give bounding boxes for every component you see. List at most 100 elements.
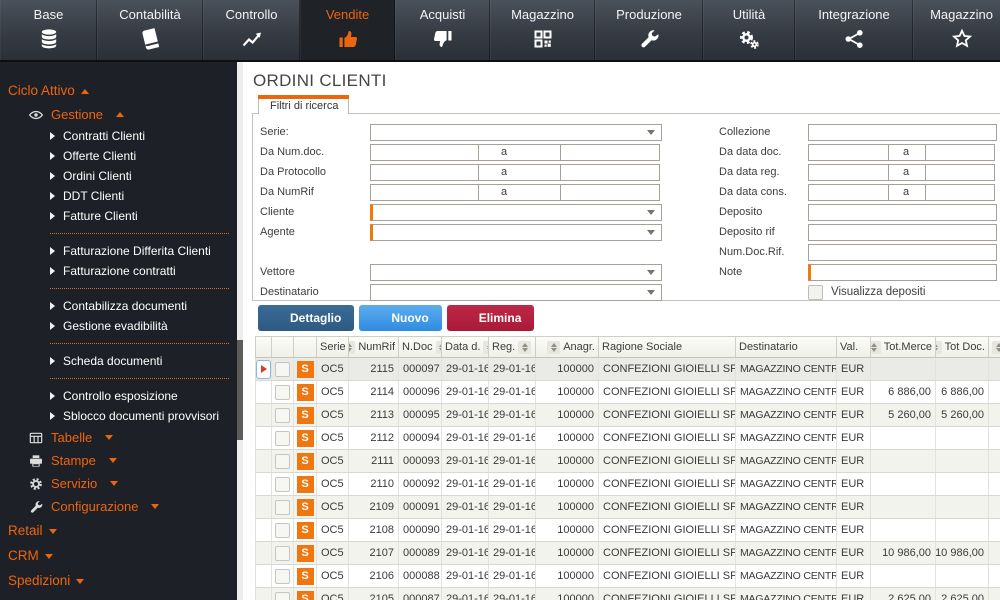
row-checkbox[interactable]: [275, 361, 290, 377]
column-header-serie[interactable]: Serie: [317, 337, 349, 357]
column-header-datad[interactable]: Data d.: [442, 337, 489, 357]
nav-tab-magazzino[interactable]: Magazzino: [490, 0, 595, 60]
sidebar-item-ddt-clienti[interactable]: DDT Clienti: [0, 186, 237, 206]
sidebar-item-ordini-clienti[interactable]: Ordini Clienti: [0, 166, 237, 186]
table-row[interactable]: S OC5 2105 000087 29-01-16 29-01-16 100000 CONF…: [255, 588, 1000, 600]
sidebar-item-sblocco-documenti-provvisori[interactable]: Sblocco documenti provvisori: [0, 406, 237, 426]
visualizza-depositi-checkbox[interactable]: [808, 284, 823, 300]
row-checkbox[interactable]: [275, 499, 290, 515]
column-header-marker[interactable]: [256, 337, 272, 357]
sidebar-item-contratti-clienti[interactable]: Contratti Clienti: [0, 126, 237, 146]
sidebar-section-tabelle[interactable]: Tabelle: [0, 426, 237, 449]
table-row[interactable]: S OC5 2112 000094 29-01-16 29-01-16 100000 CONF…: [255, 427, 1000, 450]
row-checkbox[interactable]: [275, 591, 290, 600]
da-numrif-to-input[interactable]: [560, 183, 660, 201]
column-header-ndoc[interactable]: N.Doc: [399, 337, 442, 357]
elimina-button[interactable]: Elimina: [446, 305, 535, 331]
da-data-cons-from-input[interactable]: [808, 183, 889, 201]
row-checkbox[interactable]: [275, 522, 290, 538]
column-header-anagr[interactable]: Anagr.: [536, 337, 599, 357]
da-data-doc-to-input[interactable]: [925, 143, 995, 161]
column-header-numrif[interactable]: NumRif: [349, 337, 399, 357]
table-row[interactable]: S OC5 2111 000093 29-01-16 29-01-16 100000 CONF…: [255, 450, 1000, 473]
sort-icon[interactable]: [349, 340, 356, 354]
sidebar-section-gestione[interactable]: Gestione: [0, 103, 237, 126]
table-row[interactable]: S OC5 2113 000095 29-01-16 29-01-16 100000 CONF…: [255, 404, 1000, 427]
column-header-totmerce[interactable]: Tot.Merce: [871, 337, 936, 357]
row-checkbox[interactable]: [275, 476, 290, 492]
num-doc-rif-input[interactable]: [808, 243, 997, 261]
serie-dropdown[interactable]: [370, 123, 662, 141]
sidebar-root-spedizioni[interactable]: Spedizioni: [0, 568, 237, 593]
table-row[interactable]: S OC5 2107 000089 29-01-16 29-01-16 100000 CONF…: [255, 542, 1000, 565]
column-header-check[interactable]: [272, 337, 294, 357]
da-numrif-from-input[interactable]: [370, 183, 479, 201]
nav-tab-base[interactable]: Base: [0, 0, 97, 60]
row-checkbox[interactable]: [275, 568, 290, 584]
sort-icon[interactable]: [547, 340, 561, 354]
sidebar-item-contabilizza-documenti[interactable]: Contabilizza documenti: [0, 296, 237, 316]
destinatario-dropdown[interactable]: [370, 283, 662, 301]
da-protocollo-to-input[interactable]: [560, 163, 660, 181]
column-header-dest[interactable]: Destinatario: [736, 337, 837, 357]
sidebar-section-stampe[interactable]: Stampe: [0, 449, 237, 472]
table-row[interactable]: S OC5 2108 000090 29-01-16 29-01-16 100000 CONF…: [255, 519, 1000, 542]
row-checkbox[interactable]: [275, 453, 290, 469]
sort-icon[interactable]: [871, 340, 881, 354]
deposito-rif-input[interactable]: [808, 223, 997, 241]
da-num-doc-from-input[interactable]: [370, 143, 479, 161]
column-header-s[interactable]: [294, 337, 317, 357]
sidebar-item-offerte-clienti[interactable]: Offerte Clienti: [0, 146, 237, 166]
nav-tab-integrazione[interactable]: Integrazione: [795, 0, 913, 60]
vettore-dropdown[interactable]: [370, 263, 662, 281]
row-checkbox[interactable]: [275, 430, 290, 446]
sidebar-section-servizio[interactable]: Servizio: [0, 472, 237, 495]
sidebar-section-configurazione[interactable]: Configurazione: [0, 495, 237, 518]
dettaglio-button[interactable]: Dettaglio: [258, 305, 355, 331]
note-input[interactable]: [808, 263, 997, 281]
sidebar-root-retail[interactable]: Retail: [0, 518, 237, 543]
da-data-cons-to-input[interactable]: [925, 183, 995, 201]
cliente-dropdown[interactable]: [370, 203, 662, 221]
da-data-doc-from-input[interactable]: [808, 143, 889, 161]
row-checkbox[interactable]: [275, 384, 290, 400]
column-header-totdoc[interactable]: Tot Doc.: [936, 337, 989, 357]
nuovo-button[interactable]: Nuovo: [359, 305, 442, 331]
table-row[interactable]: S OC5 2110 000092 29-01-16 29-01-16 100000 CONF…: [255, 473, 1000, 496]
da-num-doc-to-input[interactable]: [560, 143, 660, 161]
sidebar-item-scheda-documenti[interactable]: Scheda documenti: [0, 351, 237, 371]
row-checkbox[interactable]: [275, 407, 290, 423]
column-header-ragione[interactable]: Ragione Sociale: [599, 337, 736, 357]
column-header-val[interactable]: Val.: [837, 337, 871, 357]
table-row[interactable]: S OC5 2114 000096 29-01-16 29-01-16 100000 CONF…: [255, 381, 1000, 404]
nav-tab-acquisti[interactable]: Acquisti: [395, 0, 490, 60]
nav-tab-vendite[interactable]: Vendite: [300, 0, 395, 60]
sidebar-item-gestione-evadibilit[interactable]: Gestione evadibilità: [0, 316, 237, 336]
collezione-input[interactable]: [808, 123, 997, 141]
nav-tab-produzione[interactable]: Produzione: [595, 0, 703, 60]
column-header-extra[interactable]: [989, 337, 1000, 357]
nav-tab-contabilit[interactable]: Contabilità: [97, 0, 203, 60]
sort-icon[interactable]: [936, 340, 942, 354]
nav-tab-utilit[interactable]: Utilità: [703, 0, 795, 60]
sidebar-root-crm[interactable]: CRM: [0, 543, 237, 568]
sort-icon[interactable]: [992, 340, 1000, 354]
sidebar-item-fatturazione-differita-clienti[interactable]: Fatturazione Differita Clienti: [0, 241, 237, 261]
nav-tab-magazzino-2[interactable]: Magazzino: [913, 0, 1000, 60]
sidebar-root-ciclo-attivo[interactable]: Ciclo Attivo: [0, 78, 237, 103]
nav-tab-controllo[interactable]: Controllo: [203, 0, 300, 60]
table-row[interactable]: S OC5 2109 000091 29-01-16 29-01-16 100000 CONF…: [255, 496, 1000, 519]
deposito-input[interactable]: [808, 203, 997, 221]
agente-dropdown[interactable]: [370, 223, 662, 241]
da-protocollo-from-input[interactable]: [370, 163, 479, 181]
column-header-reg[interactable]: Reg.: [489, 337, 536, 357]
sidebar-item-fatturazione-contratti[interactable]: Fatturazione contratti: [0, 261, 237, 281]
row-checkbox[interactable]: [275, 545, 290, 561]
tab-filtri-di-ricerca[interactable]: Filtri di ricerca: [258, 99, 349, 114]
table-row[interactable]: S OC5 2115 000097 29-01-16 29-01-16 100000 CONF…: [255, 358, 1000, 381]
sidebar-item-fatture-clienti[interactable]: Fatture Clienti: [0, 206, 237, 226]
da-data-reg-from-input[interactable]: [808, 163, 889, 181]
sort-icon[interactable]: [518, 340, 532, 354]
da-data-reg-to-input[interactable]: [925, 163, 995, 181]
table-row[interactable]: S OC5 2106 000088 29-01-16 29-01-16 100000 CONF…: [255, 565, 1000, 588]
